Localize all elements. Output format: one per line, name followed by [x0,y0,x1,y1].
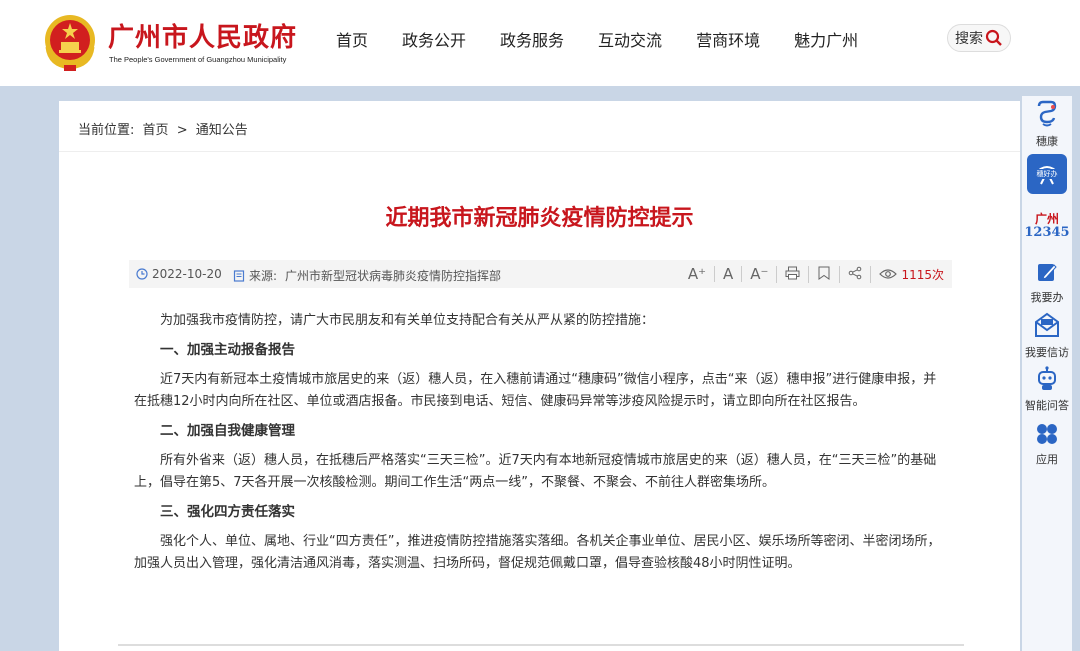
nav-gov-services[interactable]: 政务服务 [500,27,564,51]
breadcrumb-divider [59,151,1020,152]
sidebar-item-suihaoban[interactable]: 穗好办 [1027,154,1067,194]
section-body-1: 近7天内有新冠本土疫情城市旅居史的来（返）穗人员，在入穗前请通过“穗康码”微信小… [134,372,937,409]
sidebar-item-woyaoban[interactable]: 我要办 [1022,260,1072,305]
source-label: 来源: [249,269,278,283]
edit-icon [1038,264,1057,281]
sidebar-label-zhinengwenda: 智能问答 [1025,399,1069,412]
eye-icon [879,269,898,279]
hotline-12345-icon: 广州 12345 [1022,210,1072,240]
source-text: 广州市新型冠状病毒肺炎疫情防控指挥部 [285,269,502,283]
print-button[interactable] [776,265,808,283]
clock-icon [136,268,148,280]
search-button[interactable]: 搜索 [947,24,1011,52]
breadcrumb-home-link[interactable]: 首页 [143,123,169,138]
sidebar-item-woyaoxinfang[interactable]: 我要信访 [1022,311,1072,360]
nav-interaction[interactable]: 互动交流 [598,27,662,51]
share-button[interactable] [839,265,870,283]
document-icon [233,269,245,282]
sidebar-item-suikang[interactable]: 穗康 [1022,100,1072,149]
site-header: 广州市人民政府 The People's Government of Guang… [0,0,1080,86]
nav-gov-affairs-open[interactable]: 政务公开 [402,27,466,51]
section-heading-2: 二、加强自我健康管理 [160,423,295,439]
mail-icon [1035,312,1059,337]
nav-charm-guangzhou[interactable]: 魅力广州 [794,27,858,51]
view-count: 1115次 [870,265,944,283]
sidebar-label-suikang: 穗康 [1036,135,1058,148]
article-source: 来源: 广州市新型冠状病毒肺炎疫情防控指挥部 [233,267,501,284]
section-heading-3: 三、强化四方责任落实 [160,504,295,520]
robot-icon [1038,366,1056,390]
site-title[interactable]: 广州市人民政府 [108,17,297,54]
bookmark-icon [818,266,830,280]
national-emblem-icon[interactable] [40,11,100,73]
suikang-icon [1037,100,1057,127]
publish-date: 2022-10-20 [136,267,222,281]
section-body-3: 强化个人、单位、属地、行业“四方责任”，推进疫情防控措施落实落细。各机关企事业单… [134,534,941,571]
apps-icon [1037,424,1057,444]
view-count-text: 1115次 [901,267,944,282]
sidebar-label-woyaoxinfang: 我要信访 [1025,346,1069,359]
sidebar-label-woyaoban: 我要办 [1030,291,1064,304]
article-body: 为加强我市疫情防控，请广大市民朋友和有关单位支持配合有关从严从紧的防控措施： 一… [134,310,949,582]
sidebar-item-12345[interactable]: 广州 12345 [1022,210,1072,240]
breadcrumb-prefix: 当前位置: [78,123,135,138]
print-icon [785,266,800,279]
article-intro: 为加强我市疫情防控，请广大市民朋友和有关单位支持配合有关从严从紧的防控措施： [160,313,655,328]
suihaoban-badge: 穗好办 [1029,169,1065,179]
section-heading-1: 一、加强主动报备报告 [160,342,295,358]
search-icon [985,29,1002,46]
article-tools: A⁺ A A⁻ 1115次 [680,264,944,284]
sidebar-label-apps: 应用 [1036,453,1058,466]
font-decrease-button[interactable]: A⁻ [741,266,776,282]
main-nav: 首页 政务公开 政务服务 互动交流 营商环境 魅力广州 [336,27,892,51]
article-title: 近期我市新冠肺炎疫情防控提示 [385,206,694,231]
publish-date-text: 2022-10-20 [152,267,222,281]
site-subtitle: The People's Government of Guangzhou Mun… [109,55,287,64]
search-label: 搜索 [955,31,983,47]
bookmark-button[interactable] [808,265,839,283]
nav-home[interactable]: 首页 [336,27,368,51]
sidebar-item-apps[interactable]: 应用 [1022,422,1072,467]
nav-business-environment[interactable]: 营商环境 [696,27,760,51]
sidebar-item-zhinengwenda[interactable]: 智能问答 [1022,366,1072,413]
font-reset-button[interactable]: A [714,266,741,282]
article-bottom-divider [118,644,964,646]
section-body-2: 所有外省来（返）穗人员，在抵穗后严格落实“三天三检”。近7天内有本地新冠疫情城市… [134,453,937,490]
breadcrumb: 当前位置: 首页 > 通知公告 [78,119,252,138]
breadcrumb-separator: > [176,123,188,138]
font-increase-button[interactable]: A⁺ [680,266,714,282]
breadcrumb-current-link[interactable]: 通知公告 [196,123,248,138]
share-icon [849,266,862,279]
article-meta-bar: 2022-10-20 来源: 广州市新型冠状病毒肺炎疫情防控指挥部 A⁺ A A… [129,260,952,288]
right-sidebar: 穗康 穗好办 广州 12345 我要办 我要信访 智能问答 应用 [1022,96,1072,651]
hotline-logo-number: 12345 [1024,225,1070,240]
